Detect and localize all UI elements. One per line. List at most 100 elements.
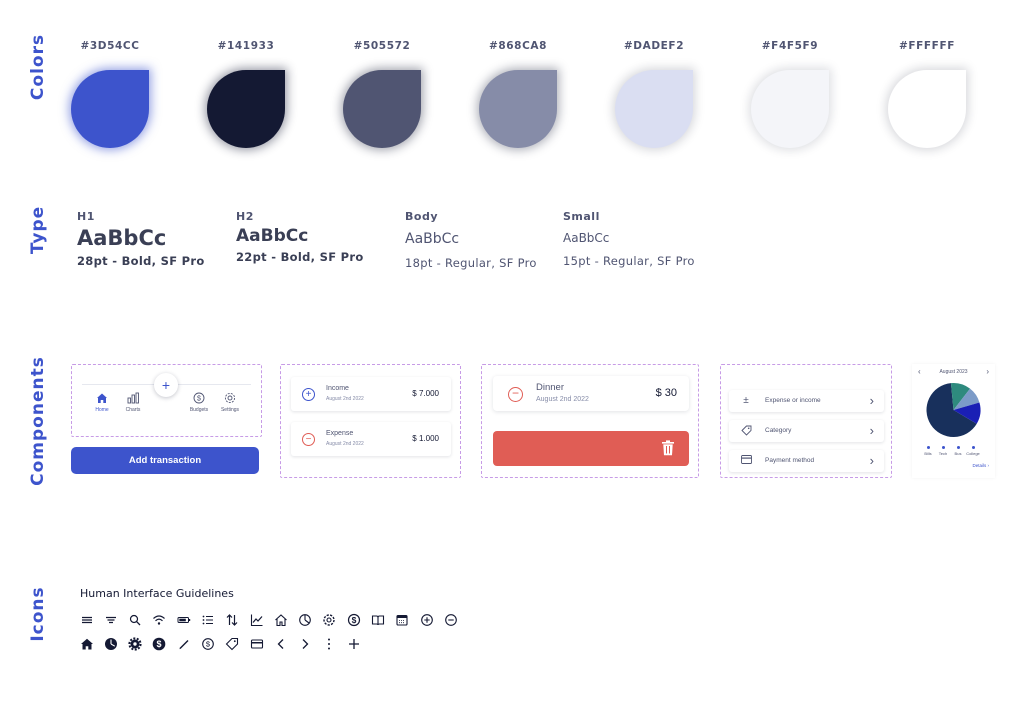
form-row-label: Category bbox=[765, 427, 792, 434]
section-label-type: Type bbox=[28, 205, 48, 255]
type-style-name: Small bbox=[563, 210, 600, 223]
section-label-icons: Icons bbox=[28, 586, 48, 642]
card-icon bbox=[740, 455, 752, 467]
tab-label: Home bbox=[95, 407, 109, 413]
pie-chart bbox=[926, 383, 981, 437]
house-fill-icon bbox=[78, 635, 95, 652]
chevron-right-icon: › bbox=[869, 453, 874, 468]
chevron-left-icon bbox=[272, 635, 289, 652]
dollar-circle-icon: $ bbox=[199, 635, 216, 652]
icon-row-outline: $ bbox=[78, 611, 467, 628]
type-sample: AaBbCc bbox=[405, 231, 460, 247]
menu-icon bbox=[78, 611, 95, 628]
pie-fill-icon bbox=[102, 635, 119, 652]
pencil-icon bbox=[175, 635, 192, 652]
color-drop bbox=[343, 70, 421, 148]
tab-charts[interactable]: Charts bbox=[118, 392, 148, 413]
legend-dot bbox=[926, 446, 930, 449]
color-hex-label: #DADEF2 bbox=[623, 40, 685, 52]
type-style-name: H1 bbox=[77, 210, 95, 223]
form-row-label: Expense or income bbox=[765, 397, 821, 404]
tag-icon bbox=[224, 635, 241, 652]
house-outline-icon bbox=[272, 611, 289, 628]
details-label: Details bbox=[972, 463, 987, 468]
transaction-name: Dinner bbox=[536, 382, 564, 393]
transaction-row-expense[interactable]: − Expense August 2nd 2022 $ 1.000 bbox=[291, 422, 451, 456]
transaction-row-dinner[interactable]: − Dinner August 2nd 2022 $ 30 bbox=[493, 376, 689, 411]
tab-label: Settings bbox=[220, 407, 240, 413]
minus-circle-icon bbox=[442, 611, 459, 628]
transaction-date: August 2nd 2022 bbox=[326, 396, 364, 402]
type-description: 22pt - Bold, SF Pro bbox=[236, 250, 364, 264]
more-vertical-icon bbox=[321, 635, 338, 652]
filter-icon bbox=[102, 611, 119, 628]
trash-icon bbox=[662, 440, 674, 456]
color-drop bbox=[751, 70, 829, 148]
plus-circle-icon: + bbox=[302, 388, 315, 401]
transaction-row-income[interactable]: + Income August 2nd 2022 $ 7.000 bbox=[291, 377, 451, 411]
color-drop bbox=[888, 70, 966, 148]
color-swatch: #505572 bbox=[342, 40, 422, 148]
battery-icon bbox=[175, 611, 192, 628]
type-style-name: Body bbox=[405, 210, 438, 223]
legend-item: College bbox=[964, 446, 982, 456]
chevron-right-icon: › bbox=[869, 423, 874, 438]
dollar-icon: $ bbox=[184, 392, 214, 406]
type-sample: AaBbCc bbox=[236, 226, 309, 246]
icon-row-filled: $ $ bbox=[78, 635, 370, 652]
color-hex-label: #141933 bbox=[217, 40, 275, 52]
color-hex-label: #F4F5F9 bbox=[761, 40, 819, 52]
form-row-category[interactable]: Category › bbox=[729, 420, 884, 442]
gear-fill-icon bbox=[127, 635, 144, 652]
wifi-icon bbox=[151, 611, 168, 628]
transaction-name: Expense bbox=[326, 430, 354, 437]
color-drop bbox=[479, 70, 557, 148]
color-swatch: #868CA8 bbox=[478, 40, 558, 148]
tab-budgets[interactable]: $ Budgets bbox=[184, 392, 214, 413]
section-label-components: Components bbox=[28, 356, 48, 486]
color-swatch: #FFFFFF bbox=[887, 40, 967, 148]
tag-icon bbox=[740, 425, 752, 437]
list-icon bbox=[199, 611, 216, 628]
tab-bar-component: + Home Charts $ Budgets Settings bbox=[71, 364, 262, 437]
type-sample: AaBbCc bbox=[563, 231, 610, 245]
tab-label: Charts bbox=[125, 407, 141, 413]
house-icon bbox=[87, 392, 117, 406]
transaction-date: August 2nd 2022 bbox=[326, 441, 364, 447]
card-icon bbox=[248, 635, 265, 652]
section-label-colors: Colors bbox=[28, 33, 48, 101]
legend-dot bbox=[971, 446, 975, 449]
type-style: H2 AaBbCc 22pt - Bold, SF Pro bbox=[236, 210, 364, 264]
svg-text:$: $ bbox=[197, 396, 201, 403]
color-swatch: #141933 bbox=[206, 40, 286, 148]
type-description: 18pt - Regular, SF Pro bbox=[405, 256, 537, 270]
color-swatch: #DADEF2 bbox=[614, 40, 694, 148]
chevron-right-icon[interactable]: › bbox=[986, 367, 989, 376]
swipe-delete-component: − Dinner August 2nd 2022 $ 30 bbox=[481, 364, 699, 478]
delete-button[interactable] bbox=[493, 431, 689, 466]
chevron-right-icon bbox=[297, 635, 314, 652]
gear-icon bbox=[215, 392, 245, 406]
legend-dot bbox=[956, 446, 960, 449]
tab-home[interactable]: Home bbox=[87, 392, 117, 413]
type-description: 28pt - Bold, SF Pro bbox=[77, 254, 205, 268]
form-row-expense-or-income[interactable]: ± Expense or income › bbox=[729, 390, 884, 412]
tab-settings[interactable]: Settings bbox=[215, 392, 245, 413]
color-hex-label: #3D54CC bbox=[80, 40, 140, 52]
transaction-amount: $ 30 bbox=[655, 387, 677, 399]
transaction-amount: $ 7.000 bbox=[412, 389, 439, 398]
plus-circle-icon bbox=[418, 611, 435, 628]
icons-title: Human Interface Guidelines bbox=[80, 587, 234, 600]
form-row-payment-method[interactable]: Payment method › bbox=[729, 450, 884, 472]
type-style: Body AaBbCc 18pt - Regular, SF Pro bbox=[405, 210, 537, 270]
transaction-name: Income bbox=[326, 385, 349, 392]
type-description: 15pt - Regular, SF Pro bbox=[563, 254, 695, 268]
details-link[interactable]: Details › bbox=[972, 463, 989, 468]
add-fab-button[interactable]: + bbox=[154, 373, 178, 397]
pie-chart-card: ‹ August 2023 › Bills Tech Bus College Deta… bbox=[912, 364, 995, 478]
book-icon bbox=[370, 611, 387, 628]
color-drop bbox=[615, 70, 693, 148]
transaction-list-component: + Income August 2nd 2022 $ 7.000 − Expen… bbox=[280, 364, 461, 478]
add-transaction-button[interactable]: Add transaction bbox=[71, 447, 259, 474]
color-drop bbox=[207, 70, 285, 148]
